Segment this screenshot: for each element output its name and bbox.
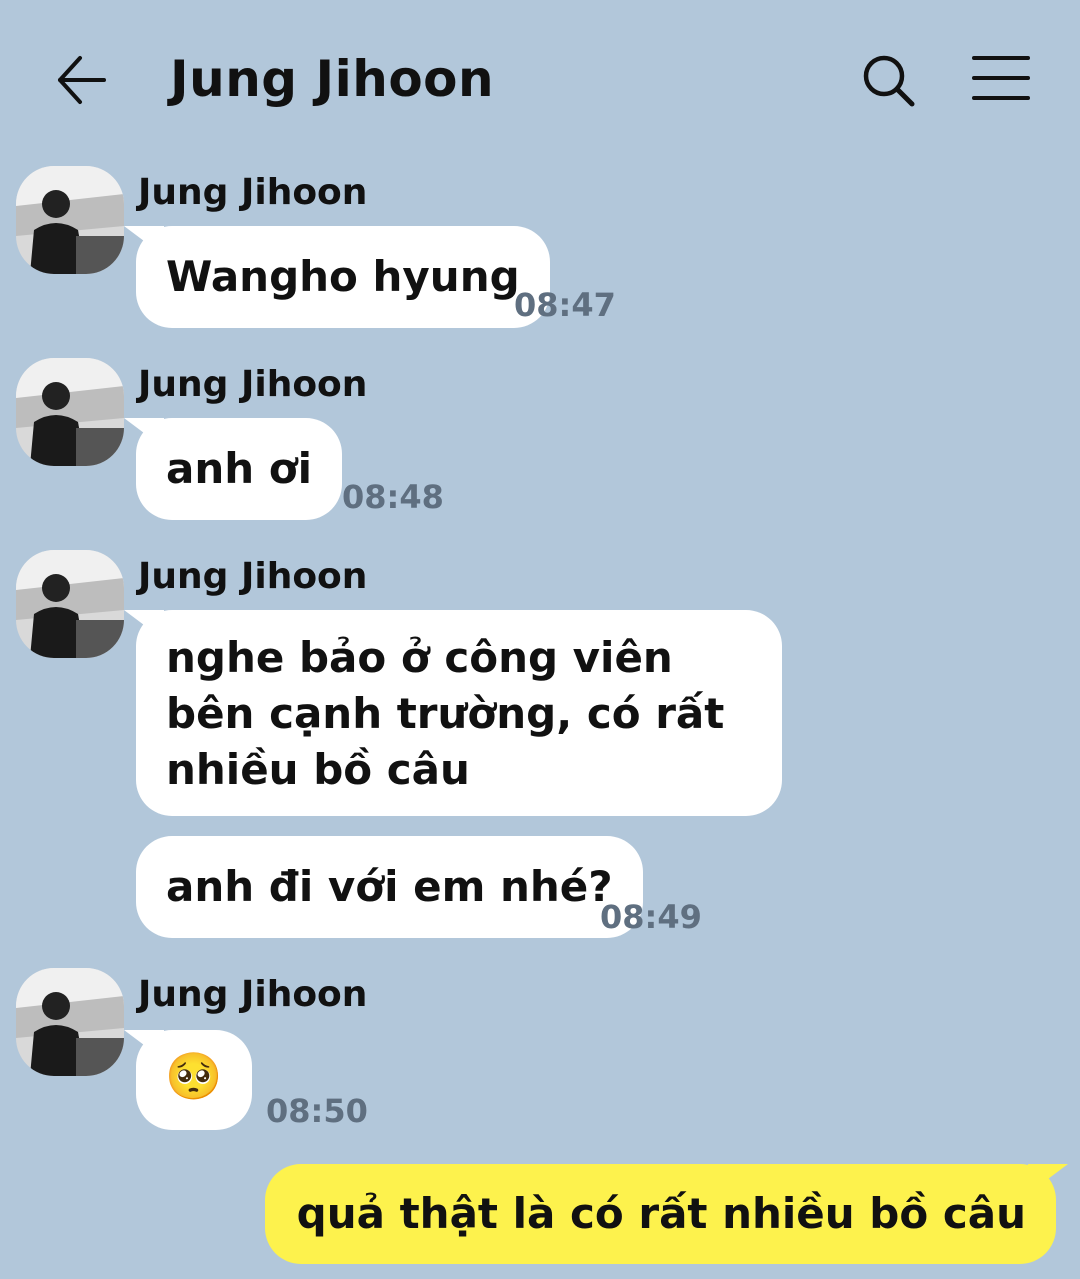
avatar-photo-icon	[16, 166, 124, 274]
message-bubble[interactable]: nghe bảo ở công viên bên cạnh trường, có…	[136, 610, 782, 816]
back-button[interactable]	[52, 52, 112, 108]
avatar[interactable]	[16, 166, 124, 274]
avatar-photo-icon	[16, 550, 124, 658]
message-bubble[interactable]: anh ơi	[136, 418, 343, 520]
avatar-photo-icon	[16, 358, 124, 466]
message-time: 08:47	[514, 286, 616, 324]
message-bubble[interactable]: anh đi với em nhé?	[136, 836, 643, 938]
avatar[interactable]	[16, 550, 124, 658]
outgoing-message-bubble[interactable]: quả thật là có rất nhiều bồ câu	[264, 1164, 1056, 1264]
message-text: anh ơi	[166, 444, 313, 493]
message-bubble[interactable]: 🥺	[136, 1030, 252, 1130]
message-text: 🥺	[165, 1049, 223, 1103]
message-group: Jung Jihoon nghe bảo ở công viên bên cạn…	[0, 550, 1080, 950]
sender-name: Jung Jihoon	[138, 364, 368, 405]
message-group: Jung Jihoon 🥺 08:50	[0, 968, 1080, 1138]
sender-name: Jung Jihoon	[138, 172, 368, 213]
sender-name: Jung Jihoon	[138, 556, 368, 597]
message-bubble[interactable]: Wangho hyung	[136, 226, 550, 328]
message-text: anh đi với em nhé?	[166, 862, 613, 911]
avatar[interactable]	[16, 358, 124, 466]
menu-button[interactable]	[970, 52, 1032, 104]
message-group: Jung Jihoon Wangho hyung 08:47	[0, 166, 1080, 336]
message-time: 08:49	[600, 898, 702, 936]
message-group: Jung Jihoon anh ơi 08:48	[0, 358, 1080, 528]
chat-header: Jung Jihoon	[0, 0, 1080, 160]
message-text: nghe bảo ở công viên bên cạnh trường, có…	[166, 633, 725, 794]
message-time: 08:48	[342, 478, 444, 516]
message-time: 08:50	[266, 1092, 368, 1130]
hamburger-menu-icon	[972, 56, 1030, 100]
chat-title: Jung Jihoon	[170, 50, 495, 108]
search-icon	[863, 55, 915, 107]
chat-screen: Jung Jihoon Jung Jihoon Wangho hyung 08:…	[0, 0, 1080, 1279]
search-button[interactable]	[860, 52, 918, 110]
avatar-photo-icon	[16, 968, 124, 1076]
message-text: quả thật là có rất nhiều bồ câu	[296, 1189, 1026, 1238]
arrow-left-icon	[58, 56, 106, 104]
sender-name: Jung Jihoon	[138, 974, 368, 1015]
avatar[interactable]	[16, 968, 124, 1076]
message-text: Wangho hyung	[166, 252, 520, 301]
